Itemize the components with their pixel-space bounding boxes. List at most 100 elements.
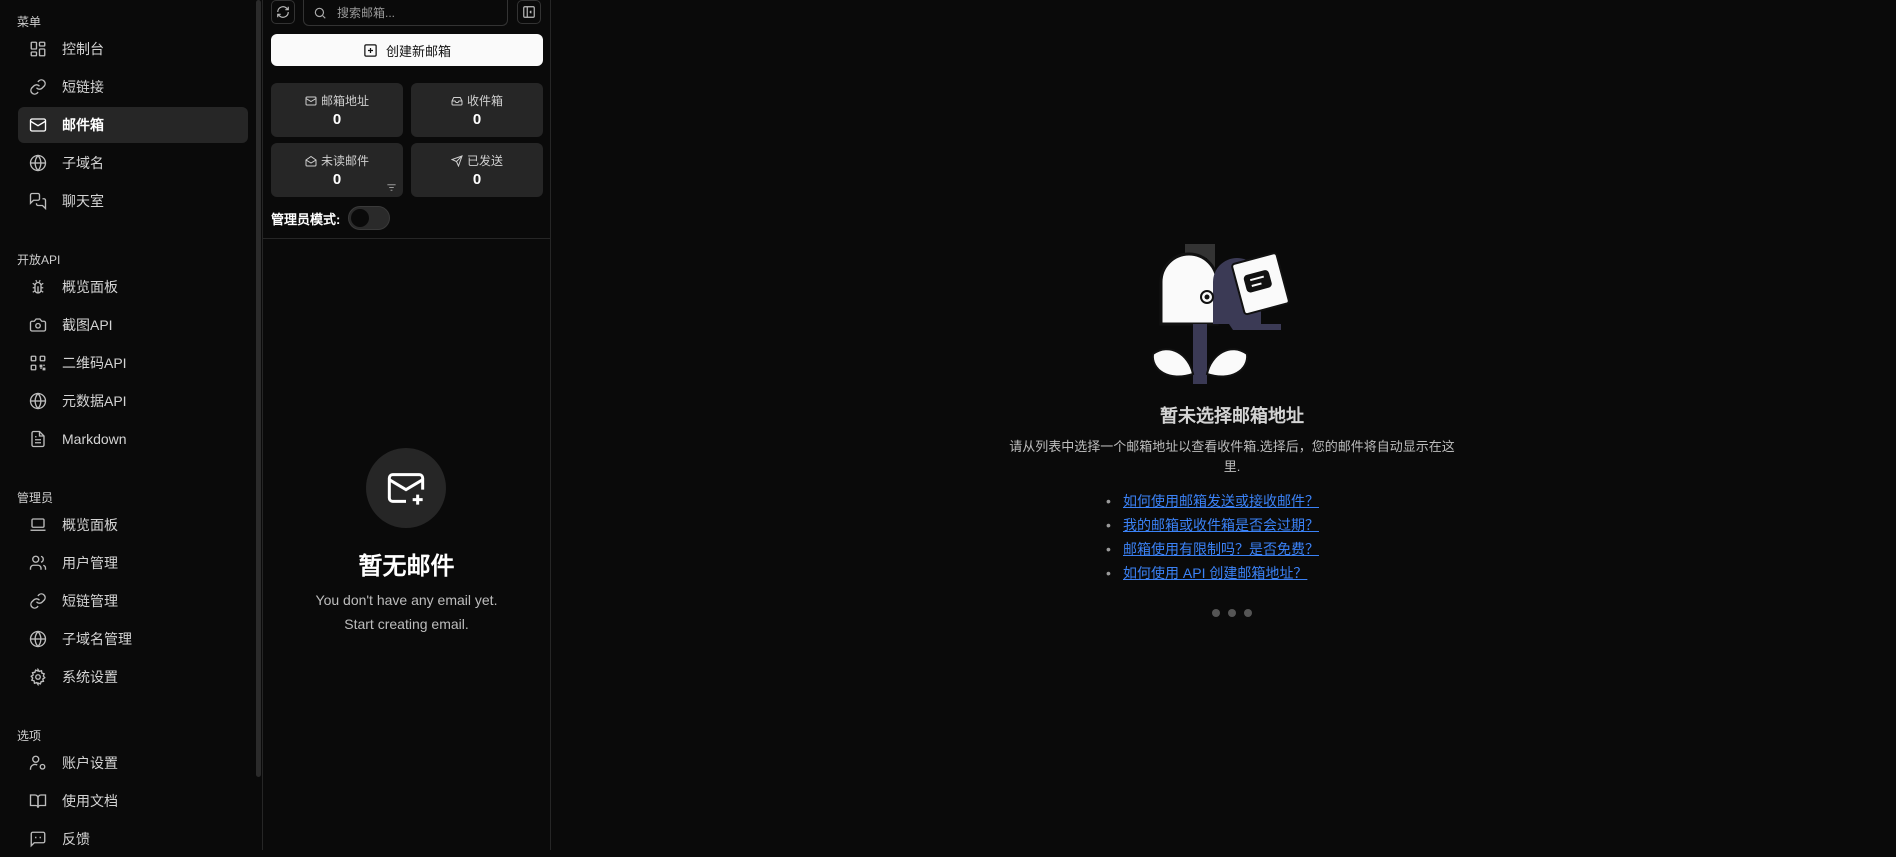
- stat-value: 0: [472, 111, 482, 128]
- bullet: •: [1106, 493, 1111, 509]
- stat-label: 收件箱: [466, 94, 503, 108]
- inbox-icon: [451, 95, 463, 107]
- layout-dashboard-icon: [28, 39, 48, 59]
- sidebar-item-label: 子域名管理: [62, 631, 132, 647]
- sidebar-item-system-settings[interactable]: 系统设置: [18, 659, 248, 695]
- admin-section-title: 管理员: [17, 491, 54, 505]
- stat-inbox: 收件箱 0: [411, 83, 543, 137]
- book-open-icon: [28, 791, 48, 811]
- empty-description: You don't have any email yet. Start crea…: [263, 588, 550, 636]
- loading-dot: [1228, 609, 1236, 617]
- sidebar-item-label: 截图API: [62, 317, 113, 333]
- stat-label: 已发送: [466, 154, 503, 168]
- stat-sent: 已发送 0: [411, 143, 543, 197]
- message-square-icon: [28, 829, 48, 849]
- empty-title: 暂无邮件: [358, 553, 455, 580]
- mail-plus-icon: [386, 468, 426, 508]
- sidebar-item-label: 概览面板: [62, 517, 118, 533]
- sidebar-item-screenshot-api[interactable]: 截图API: [18, 307, 248, 343]
- faq-item: • 如何使用邮箱发送或接收邮件？: [1106, 489, 1319, 513]
- refresh-button[interactable]: [271, 0, 295, 24]
- qr-code-icon: [28, 353, 48, 373]
- faq-link[interactable]: 我的邮箱或收件箱是否会过期？: [1123, 515, 1319, 535]
- sidebar-item-label: 短链接: [62, 79, 104, 95]
- sidebar-item-chatroom[interactable]: 聊天室: [18, 183, 248, 219]
- empty-mail-badge: [366, 448, 446, 528]
- sidebar-item-mailbox[interactable]: 邮件箱: [18, 107, 248, 143]
- search-box: [303, 0, 508, 26]
- sidebar-item-subdomain-management[interactable]: 子域名管理: [18, 621, 248, 657]
- options-section-title: 选项: [17, 729, 42, 743]
- sidebar-item-label: Markdown: [62, 431, 127, 447]
- sidebar-scrollbar[interactable]: [256, 0, 261, 777]
- faq-link[interactable]: 如何使用邮箱发送或接收邮件？: [1123, 491, 1319, 511]
- globe-icon: [28, 153, 48, 173]
- faq-item: • 邮箱使用有限制吗？是否免费？: [1106, 537, 1319, 561]
- panel-collapse-icon: [522, 5, 536, 19]
- sidebar-item-link-management[interactable]: 短链管理: [18, 583, 248, 619]
- file-text-icon: [28, 429, 48, 449]
- sidebar-item-subdomain[interactable]: 子域名: [18, 145, 248, 181]
- bug-icon: [28, 277, 48, 297]
- mailbox-post: [1193, 324, 1207, 384]
- empty-description-line: Start creating email.: [344, 616, 469, 632]
- create-mailbox-button[interactable]: 创建新邮箱: [271, 34, 543, 66]
- globe-icon: [28, 629, 48, 649]
- faq-list: • 如何使用邮箱发送或接收邮件？ • 我的邮箱或收件箱是否会过期？ • 邮箱使用有限制…: [1106, 489, 1319, 585]
- sidebar-item-feedback[interactable]: 反馈: [18, 821, 248, 857]
- sidebar-item-label: 控制台: [62, 41, 104, 57]
- mail-icon: [305, 95, 317, 107]
- sidebar-item-markdown[interactable]: Markdown: [18, 421, 248, 457]
- sidebar-item-label: 反馈: [62, 831, 90, 847]
- bullet: •: [1106, 565, 1111, 581]
- laptop-icon: [28, 515, 48, 535]
- sidebar-item-label: 用户管理: [62, 555, 118, 571]
- sidebar-item-dashboard[interactable]: 控制台: [18, 31, 248, 67]
- sidebar-item-label: 邮件箱: [62, 117, 104, 133]
- faq-link[interactable]: 如何使用 API 创建邮箱地址？: [1123, 563, 1307, 583]
- user-cog-icon: [28, 753, 48, 773]
- sidebar-item-admin-overview[interactable]: 概览面板: [18, 507, 248, 543]
- messages-icon: [28, 191, 48, 211]
- admin-mode-toggle[interactable]: [348, 206, 391, 230]
- faq-item: • 我的邮箱或收件箱是否会过期？: [1106, 513, 1319, 537]
- sidebar-item-label: 二维码API: [62, 355, 127, 371]
- stat-value: 0: [332, 111, 342, 128]
- admin-mode-row: 管理员模式:: [271, 206, 391, 230]
- faq-link[interactable]: 邮箱使用有限制吗？是否免费？: [1123, 539, 1319, 559]
- stat-value: 0: [472, 171, 482, 188]
- sidebar-item-label: 概览面板: [62, 279, 118, 295]
- collapse-panel-button[interactable]: [517, 0, 541, 24]
- users-icon: [28, 553, 48, 573]
- api-section-title: 开放API: [17, 253, 61, 267]
- stat-label: 邮箱地址: [320, 94, 369, 108]
- sidebar-item-label: 系统设置: [62, 669, 118, 685]
- sidebar-item-docs[interactable]: 使用文档: [18, 783, 248, 819]
- send-icon: [450, 154, 463, 167]
- faq-item: • 如何使用 API 创建邮箱地址？: [1106, 561, 1319, 585]
- panel-separator: [263, 238, 550, 239]
- stat-label: 未读邮件: [320, 154, 369, 168]
- sidebar-item-label: 账户设置: [62, 755, 118, 771]
- sidebar-item-short-link[interactable]: 短链接: [18, 69, 248, 105]
- sidebar-item-api-overview[interactable]: 概览面板: [18, 269, 248, 305]
- globe-icon: [28, 391, 48, 411]
- sidebar-item-qrcode-api[interactable]: 二维码API: [18, 345, 248, 381]
- sidebar-item-metadata-api[interactable]: 元数据API: [18, 383, 248, 419]
- sidebar-item-user-management[interactable]: 用户管理: [18, 545, 248, 581]
- main-title: 暂未选择邮箱地址: [1160, 406, 1304, 426]
- search-icon: [313, 6, 327, 20]
- mail-open-icon: [305, 155, 317, 167]
- link-icon: [28, 591, 48, 611]
- sidebar-item-label: 聊天室: [62, 193, 104, 209]
- filter-icon[interactable]: [386, 182, 397, 193]
- sidebar-item-account-settings[interactable]: 账户设置: [18, 745, 248, 781]
- search-input[interactable]: [335, 4, 499, 21]
- refresh-icon: [276, 5, 290, 19]
- loading-dot: [1244, 609, 1252, 617]
- link-icon: [28, 77, 48, 97]
- stat-unread: 未读邮件 0: [271, 143, 403, 197]
- mailbox-panel: 创建新邮箱 邮箱地址 0 收件箱 0 未读邮件 0 已发送 0 管理员模式: 暂…: [263, 0, 550, 850]
- loading-dots: [1212, 609, 1252, 617]
- mail-icon: [28, 115, 48, 135]
